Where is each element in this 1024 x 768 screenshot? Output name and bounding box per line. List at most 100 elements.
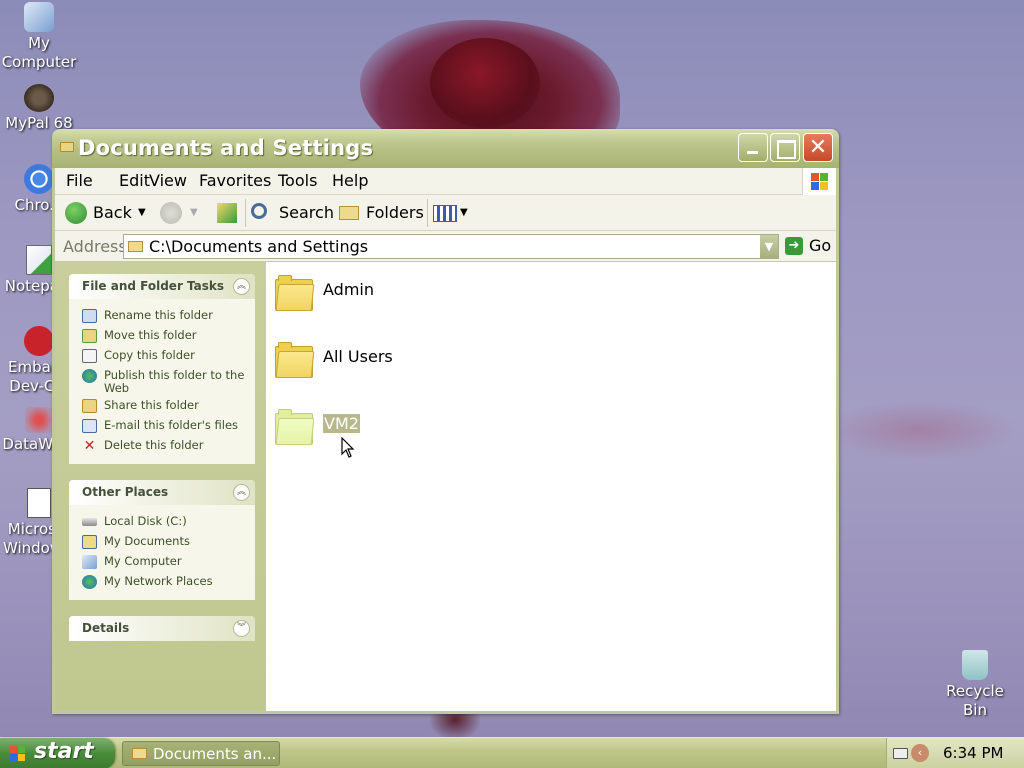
folder-content-area[interactable]: Admin All Users VM2 bbox=[266, 262, 836, 711]
menu-help[interactable]: Help bbox=[332, 171, 368, 190]
network-icon bbox=[82, 575, 97, 589]
folders-label: Folders bbox=[366, 203, 424, 222]
taskbar-item-label: Documents an... bbox=[153, 745, 277, 763]
document-icon bbox=[27, 488, 51, 518]
back-button[interactable]: Back ▼ bbox=[65, 201, 146, 225]
desktop-icon-my-computer[interactable]: My Computer bbox=[0, 2, 79, 72]
close-icon: ✕ bbox=[808, 135, 828, 160]
address-label: Address bbox=[63, 237, 127, 256]
panel-title: File and Folder Tasks bbox=[82, 279, 225, 293]
delete-icon: ✕ bbox=[83, 438, 96, 454]
menu-bar: File Edit View Favorites Tools Help bbox=[55, 168, 836, 195]
task-label: E-mail this folder's files bbox=[104, 418, 239, 432]
computer-icon bbox=[24, 2, 54, 32]
chevron-down-icon: ▼ bbox=[138, 207, 146, 218]
folders-button[interactable]: Folders bbox=[339, 201, 424, 225]
recycle-bin-icon bbox=[962, 650, 988, 680]
folder-icon bbox=[275, 409, 315, 445]
task-label: Publish this folder to the Web bbox=[104, 368, 245, 395]
search-label: Search bbox=[279, 203, 334, 222]
go-label: Go bbox=[809, 236, 832, 255]
chrome-icon bbox=[24, 164, 54, 194]
drive-icon bbox=[82, 518, 97, 526]
minimize-button[interactable] bbox=[738, 133, 768, 162]
menu-edit[interactable]: Edit bbox=[119, 171, 150, 190]
desktop-icon-label: My bbox=[28, 34, 50, 52]
views-button[interactable]: ▼ bbox=[433, 201, 473, 225]
address-dropdown-button[interactable]: ▼ bbox=[760, 235, 778, 258]
place-label: Local Disk (C:) bbox=[104, 514, 187, 528]
panel-header[interactable]: Other Places ︽ bbox=[69, 480, 255, 505]
task-label: Copy this folder bbox=[104, 348, 195, 362]
chevron-down-icon: ▼ bbox=[190, 207, 198, 218]
task-label: Delete this folder bbox=[104, 438, 204, 452]
desktop-icon-label: Computer bbox=[1, 53, 77, 71]
up-folder-button[interactable] bbox=[215, 201, 239, 225]
panel-title: Details bbox=[82, 621, 130, 635]
collapse-chevron-icon[interactable]: ︽ bbox=[233, 278, 250, 295]
back-label: Back bbox=[93, 203, 132, 222]
desktop-icon-label: Recycle bbox=[946, 682, 1004, 700]
my-documents-icon bbox=[82, 535, 97, 549]
forward-button[interactable]: ▼ bbox=[160, 201, 200, 225]
share-icon bbox=[82, 399, 97, 413]
clock[interactable]: 6:34 PM bbox=[943, 744, 1003, 762]
collapse-chevron-icon[interactable]: ︽ bbox=[233, 484, 250, 501]
desktop-icon-recycle-bin[interactable]: Recycle Bin bbox=[935, 650, 1015, 720]
folder-name: All Users bbox=[323, 347, 393, 366]
wallpaper-rose-bud bbox=[430, 38, 540, 128]
start-button[interactable]: start bbox=[0, 738, 115, 768]
devcpp-icon bbox=[24, 326, 54, 356]
explorer-window: Documents and Settings ✕ File Edit View … bbox=[52, 129, 839, 714]
go-arrow-icon: ➜ bbox=[785, 237, 803, 255]
taskbar: start Documents an... ‹ 6:34 PM bbox=[0, 737, 1024, 768]
menu-view[interactable]: View bbox=[149, 171, 187, 190]
mypal-raccoon-icon bbox=[24, 84, 54, 112]
datawa-icon bbox=[25, 407, 53, 433]
mouse-pointer-icon bbox=[341, 437, 355, 458]
folder-icon bbox=[275, 342, 315, 378]
address-value: C:\Documents and Settings bbox=[149, 237, 369, 256]
desktop-icon-mypal[interactable]: MyPal 68 bbox=[0, 84, 79, 133]
panel-header[interactable]: Details ︾ bbox=[69, 616, 255, 641]
views-icon bbox=[433, 205, 457, 222]
notepad-icon bbox=[26, 245, 52, 275]
folder-item[interactable]: Admin bbox=[275, 275, 525, 325]
menu-favorites[interactable]: Favorites bbox=[199, 171, 271, 190]
title-bar[interactable]: Documents and Settings ✕ bbox=[52, 129, 839, 168]
expand-chevron-icon[interactable]: ︾ bbox=[233, 620, 250, 637]
computer-icon bbox=[82, 555, 97, 569]
folder-name: VM2 bbox=[323, 414, 360, 433]
place-label: My Computer bbox=[104, 554, 182, 568]
other-places-panel: Other Places ︽ Local Disk (C:) My Docume… bbox=[69, 480, 255, 600]
toolbar: Back ▼ ▼ Search Folders ▼ bbox=[55, 195, 836, 231]
email-icon bbox=[82, 419, 97, 433]
folder-icon bbox=[275, 275, 315, 311]
system-tray: ‹ 6:34 PM bbox=[886, 738, 1024, 768]
panel-header[interactable]: File and Folder Tasks ︽ bbox=[69, 274, 255, 299]
menu-file[interactable]: File bbox=[66, 171, 93, 190]
folder-name: Admin bbox=[323, 280, 374, 299]
forward-arrow-icon bbox=[160, 202, 182, 224]
folder-item-selected[interactable]: VM2 bbox=[275, 409, 525, 459]
rename-icon bbox=[82, 309, 97, 323]
menu-tools[interactable]: Tools bbox=[278, 171, 317, 190]
search-button[interactable]: Search bbox=[251, 201, 334, 225]
taskbar-item-documents-and-settings[interactable]: Documents an... bbox=[122, 741, 280, 766]
address-input[interactable]: C:\Documents and Settings ▼ bbox=[123, 234, 779, 259]
folder-icon bbox=[128, 241, 143, 252]
keyboard-icon[interactable] bbox=[893, 748, 908, 759]
show-hidden-icons-button[interactable]: ‹ bbox=[911, 744, 929, 762]
window-title: Documents and Settings bbox=[78, 136, 374, 160]
windows-logo-icon bbox=[802, 168, 836, 195]
wallpaper-streak bbox=[820, 400, 1020, 460]
maximize-button[interactable] bbox=[770, 133, 800, 162]
folders-icon bbox=[339, 206, 359, 220]
close-button[interactable]: ✕ bbox=[803, 133, 833, 162]
panel-title: Other Places bbox=[82, 485, 169, 499]
folder-item[interactable]: All Users bbox=[275, 342, 525, 392]
go-button[interactable]: ➜ Go bbox=[785, 235, 835, 258]
toolbar-separator bbox=[427, 199, 428, 227]
desktop-icon-label: Bin bbox=[963, 701, 987, 719]
task-label: Move this folder bbox=[104, 328, 197, 342]
